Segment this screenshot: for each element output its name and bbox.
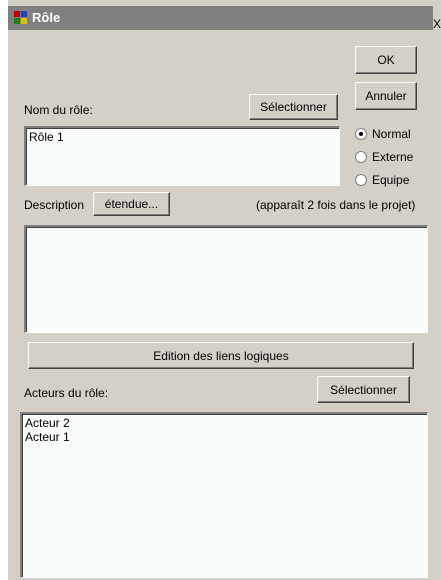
- radio-equipe-circle: [355, 174, 367, 186]
- list-item[interactable]: Acteur 1: [25, 430, 424, 444]
- description-label: Description: [24, 198, 85, 212]
- window-edge: [0, 0, 8, 580]
- select-name-button[interactable]: Sélectionner: [249, 94, 338, 120]
- ok-button[interactable]: OK: [355, 46, 417, 74]
- role-app-icon: [14, 11, 27, 24]
- select-actors-button[interactable]: Sélectionner: [317, 376, 410, 403]
- radio-externe-label: Externe: [372, 150, 414, 164]
- role-name-label: Nom du rôle:: [24, 103, 93, 117]
- role-dialog: Rôle X OK Annuler Nom du rôle: Sélection…: [0, 0, 441, 580]
- radio-externe-circle: [355, 151, 367, 163]
- title-bar[interactable]: Rôle: [8, 6, 433, 30]
- radio-equipe-label: Equipe: [372, 173, 410, 187]
- actors-list[interactable]: Acteur 2 Acteur 1: [20, 412, 428, 578]
- cancel-button[interactable]: Annuler: [355, 82, 417, 110]
- radio-normal-label: Normal: [372, 127, 411, 141]
- description-field[interactable]: [24, 225, 428, 333]
- actors-label: Acteurs du rôle:: [24, 386, 109, 400]
- role-name-field[interactable]: Rôle 1: [24, 126, 340, 186]
- extended-description-button[interactable]: étendue...: [93, 192, 170, 216]
- close-icon[interactable]: X: [433, 16, 441, 32]
- list-item[interactable]: Acteur 2: [25, 416, 424, 430]
- description-note: (apparaît 2 fois dans le projet): [256, 198, 416, 212]
- radio-selected-dot: [359, 132, 363, 136]
- window-title: Rôle: [32, 10, 61, 25]
- logical-links-button[interactable]: Edition des liens logiques: [28, 342, 414, 369]
- radio-normal-circle: [355, 128, 367, 140]
